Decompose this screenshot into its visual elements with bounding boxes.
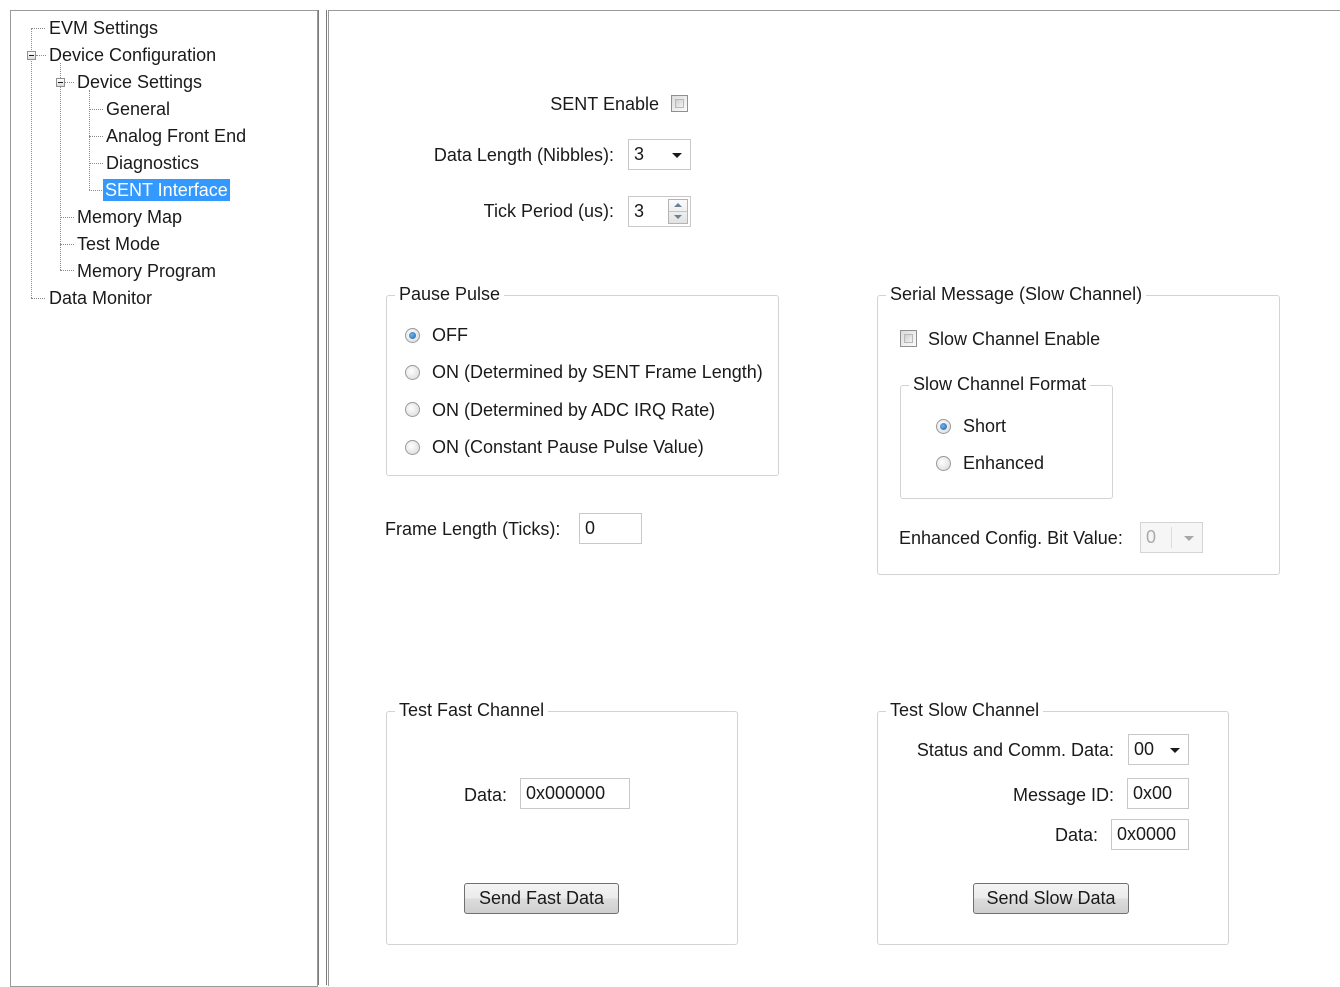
tree-item-data-monitor[interactable]: Data Monitor [47,287,154,309]
pause-frame-length-radio[interactable] [405,365,420,380]
format-enhanced-label[interactable]: Enhanced [963,452,1044,474]
sent-enable-label: SENT Enable [550,94,659,114]
slow-channel-enable-label[interactable]: Slow Channel Enable [928,328,1100,350]
spin-up-icon[interactable] [669,200,687,212]
slow-channel-format-title: Slow Channel Format [909,373,1091,395]
pause-pulse-title: Pause Pulse [395,283,505,305]
send-fast-data-button[interactable]: Send Fast Data [464,883,619,914]
pause-adc-irq-radio[interactable] [405,402,420,417]
tree-item-memory-map[interactable]: Memory Map [75,206,184,228]
tree-item-device-settings[interactable]: Device Settings [75,71,204,93]
slow-channel-format-group: Slow Channel Format Short Enhanced [900,373,1113,499]
chevron-down-icon [672,153,682,158]
spinner-buttons [668,199,688,224]
tick-period-spinner[interactable]: 3 [628,196,691,227]
tree-item-device-configuration[interactable]: Device Configuration [47,44,218,66]
slow-data-input[interactable]: 0x0000 [1111,819,1189,850]
fast-data-label: Data: [463,785,507,805]
message-id-label: Message ID: [1012,785,1114,805]
serial-message-group: Serial Message (Slow Channel) Slow Chann… [877,283,1280,575]
tree-item-diagnostics[interactable]: Diagnostics [104,152,201,174]
serial-message-title: Serial Message (Slow Channel) [886,283,1147,305]
enhanced-bit-select[interactable]: 0 [1140,522,1203,553]
pause-pulse-group: Pause Pulse OFF ON (Determined by SENT F… [386,283,779,476]
data-length-label: Data Length (Nibbles): [433,145,614,165]
format-short-label[interactable]: Short [963,415,1006,437]
tree-item-general[interactable]: General [104,98,172,120]
test-fast-channel-group: Test Fast Channel Data: 0x000000 Send Fa… [386,699,738,945]
status-comm-label: Status and Comm. Data: [916,740,1114,760]
chevron-down-icon [1184,536,1194,541]
spin-down-icon[interactable] [669,212,687,223]
collapse-device-configuration-icon[interactable] [27,51,36,60]
enhanced-bit-label: Enhanced Config. Bit Value: [899,528,1123,548]
frame-length-input[interactable]: 0 [579,513,642,544]
pause-constant-radio[interactable] [405,440,420,455]
tree-item-memory-program[interactable]: Memory Program [75,260,218,282]
message-id-value: 0x00 [1133,783,1173,803]
navigation-tree: EVM Settings Device Configuration Device… [10,10,318,987]
data-length-select[interactable]: 3 [628,139,691,170]
tick-period-label: Tick Period (us): [483,201,614,221]
fast-data-value: 0x000000 [526,783,606,803]
collapse-device-settings-icon[interactable] [56,78,65,87]
pause-frame-length-label[interactable]: ON (Determined by SENT Frame Length) [432,361,763,383]
frame-length-value: 0 [585,518,596,538]
tree-item-analog-front-end[interactable]: Analog Front End [104,125,248,147]
combo-separator [1171,527,1172,548]
status-comm-value: 00 [1134,739,1155,759]
test-fast-channel-title: Test Fast Channel [395,699,549,721]
test-slow-channel-group: Test Slow Channel Status and Comm. Data:… [877,699,1229,945]
chevron-down-icon [1170,748,1180,753]
fast-data-input[interactable]: 0x000000 [520,778,630,809]
tree-item-test-mode[interactable]: Test Mode [75,233,162,255]
pause-constant-label[interactable]: ON (Constant Pause Pulse Value) [432,436,704,458]
slow-channel-enable-checkbox[interactable] [900,330,917,347]
tick-period-value: 3 [634,201,645,221]
pause-adc-irq-label[interactable]: ON (Determined by ADC IRQ Rate) [432,399,715,421]
frame-length-label: Frame Length (Ticks): [385,519,561,539]
tree-item-evm-settings[interactable]: EVM Settings [47,17,160,39]
slow-data-value: 0x0000 [1117,824,1177,844]
data-length-value: 3 [634,144,645,164]
panel-border [326,10,327,985]
pause-off-label[interactable]: OFF [432,324,468,346]
format-short-radio[interactable] [936,419,951,434]
tree-item-sent-interface[interactable]: SENT Interface [103,179,230,201]
splitter[interactable] [318,10,319,985]
sent-enable-checkbox[interactable] [671,95,688,112]
test-slow-channel-title: Test Slow Channel [886,699,1044,721]
format-enhanced-radio[interactable] [936,456,951,471]
enhanced-bit-value: 0 [1146,527,1157,547]
pause-off-radio[interactable] [405,328,420,343]
message-id-input[interactable]: 0x00 [1127,778,1189,809]
send-slow-data-button[interactable]: Send Slow Data [973,883,1129,914]
slow-data-label: Data: [1054,825,1098,845]
status-comm-select[interactable]: 00 [1128,734,1189,765]
